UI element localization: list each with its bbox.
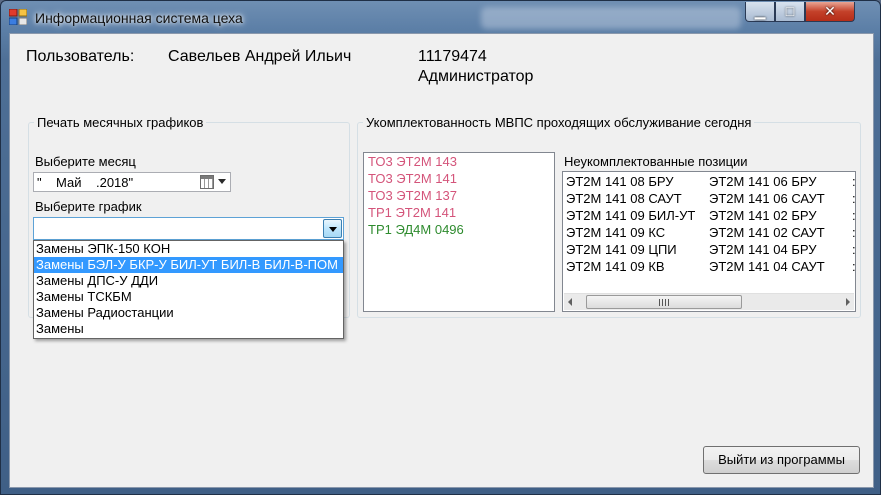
schedule-option[interactable]: Замены ДПС-У ДДИ	[34, 273, 343, 289]
schedule-option[interactable]: Замены	[34, 321, 343, 337]
maximize-button[interactable]: □	[775, 2, 805, 22]
month-label: Выберите месяц	[35, 154, 136, 169]
user-name: Савельев Андрей Ильич	[168, 48, 352, 65]
incomplete-position-item[interactable]: ЭТ2М 141 04 БРУ	[709, 241, 825, 258]
incomplete-position-item[interactable]: :	[852, 241, 855, 258]
scroll-thumb[interactable]	[586, 295, 742, 309]
incomplete-position-item[interactable]: :	[852, 224, 855, 241]
incomplete-position-item[interactable]: ЭТ2М 141 02 САУТ	[709, 224, 825, 241]
schedule-option[interactable]: Замены Радиостанции	[34, 305, 343, 321]
schedule-option[interactable]: Замены ТСКБМ	[34, 289, 343, 305]
grip-icon	[659, 299, 669, 306]
incomplete-position-item[interactable]: :	[852, 258, 855, 275]
incomplete-position-item[interactable]: ЭТ2М 141 04 САУТ	[709, 258, 825, 275]
incomplete-position-item[interactable]: ЭТ2М 141 08 БРУ	[566, 173, 695, 190]
blurred-title-area	[481, 7, 741, 29]
app-icon	[9, 9, 27, 25]
maximize-icon: □	[785, 3, 795, 19]
main-window: Информационная система цеха ▁ □ ✕ Пользо…	[0, 0, 881, 495]
incomplete-position-item[interactable]: :	[852, 190, 855, 207]
user-role: Администратор	[418, 68, 534, 85]
incomplete-position-item[interactable]: ЭТ2М 141 06 САУТ	[709, 190, 825, 207]
incomplete-position-item[interactable]: ЭТ2М 141 06 БРУ	[709, 173, 825, 190]
close-button[interactable]: ✕	[805, 2, 855, 22]
incomplete-position-item[interactable]: ЭТ2М 141 09 БИЛ-УТ	[566, 207, 695, 224]
schedule-combobox[interactable]	[33, 217, 344, 240]
incomplete-column-2: ЭТ2М 141 06 БРУ ЭТ2М 141 06 САУТ ЭТ2М 141 …	[709, 173, 825, 275]
month-picker[interactable]: " Май .2018"	[33, 172, 231, 192]
incomplete-column-1: ЭТ2М 141 08 БРУ ЭТ2М 141 08 САУТ ЭТ2М 141 …	[566, 173, 695, 275]
schedule-dropdown-list[interactable]: Замены ЭПК-150 КОН Замены БЭЛ-У БКР-У БИЛ…	[33, 240, 344, 339]
incomplete-column-3: ::::::	[852, 173, 855, 275]
incomplete-positions-list[interactable]: ЭТ2М 141 08 БРУ ЭТ2М 141 08 САУТ ЭТ2М 141 …	[562, 171, 856, 312]
incomplete-label: Неукомплектованные позиции	[564, 154, 748, 169]
chevron-down-icon[interactable]	[218, 179, 226, 184]
schedule-option[interactable]: Замены БЭЛ-У БКР-У БИЛ-УТ БИЛ-В БИЛ-В-ПО…	[34, 257, 343, 273]
incomplete-position-item[interactable]: ЭТ2М 141 02 БРУ	[709, 207, 825, 224]
incomplete-position-item[interactable]: ЭТ2М 141 09 КВ	[566, 258, 695, 275]
horizontal-scrollbar[interactable]	[564, 293, 854, 310]
exit-button[interactable]: Выйти из программы	[703, 446, 860, 474]
print-group-legend: Печать месячных графиков	[34, 115, 207, 130]
incomplete-position-item[interactable]: :	[852, 207, 855, 224]
staffing-group-legend: Укомплектованность МВПС проходящих обслу…	[363, 115, 755, 130]
train-list-item[interactable]: ТР1 ЭД4М 0496	[364, 221, 554, 238]
month-value: " Май .2018"	[37, 175, 134, 190]
incomplete-position-item[interactable]: ЭТ2М 141 09 КС	[566, 224, 695, 241]
user-id: 11179474	[418, 48, 487, 65]
incomplete-position-item[interactable]: ЭТ2М 141 08 САУТ	[566, 190, 695, 207]
window-title: Информационная система цеха	[35, 10, 243, 26]
trains-listbox[interactable]: ТО3 ЭТ2М 143 ТО3 ЭТ2М 141 ТО3 ЭТ2М 137 ТР1 …	[363, 152, 555, 312]
schedule-option[interactable]: Замены ЭПК-150 КОН	[34, 241, 343, 257]
incomplete-position-item[interactable]: ЭТ2М 141 09 ЦПИ	[566, 241, 695, 258]
minimize-button[interactable]: ▁	[745, 2, 775, 22]
scroll-left-icon[interactable]	[568, 298, 572, 306]
calendar-icon[interactable]	[200, 175, 214, 189]
train-list-item[interactable]: ТО3 ЭТ2М 141	[364, 170, 554, 187]
minimize-icon: ▁	[754, 3, 766, 19]
incomplete-position-item[interactable]: :	[852, 173, 855, 190]
train-list-item[interactable]: ТР1 ЭТ2М 141	[364, 204, 554, 221]
title-bar[interactable]: Информационная система цеха ▁ □ ✕	[1, 1, 880, 35]
user-label: Пользователь:	[26, 48, 135, 65]
chevron-down-icon	[329, 227, 337, 232]
schedule-dropdown-button[interactable]	[323, 219, 342, 238]
schedule-label: Выберите график	[35, 199, 142, 214]
train-list-item[interactable]: ТО3 ЭТ2М 143	[364, 153, 554, 170]
client-area: Пользователь: Савельев Андрей Ильич 1117…	[9, 33, 874, 488]
train-list-item[interactable]: ТО3 ЭТ2М 137	[364, 187, 554, 204]
close-icon: ✕	[824, 3, 836, 19]
scroll-right-icon[interactable]	[846, 298, 850, 306]
